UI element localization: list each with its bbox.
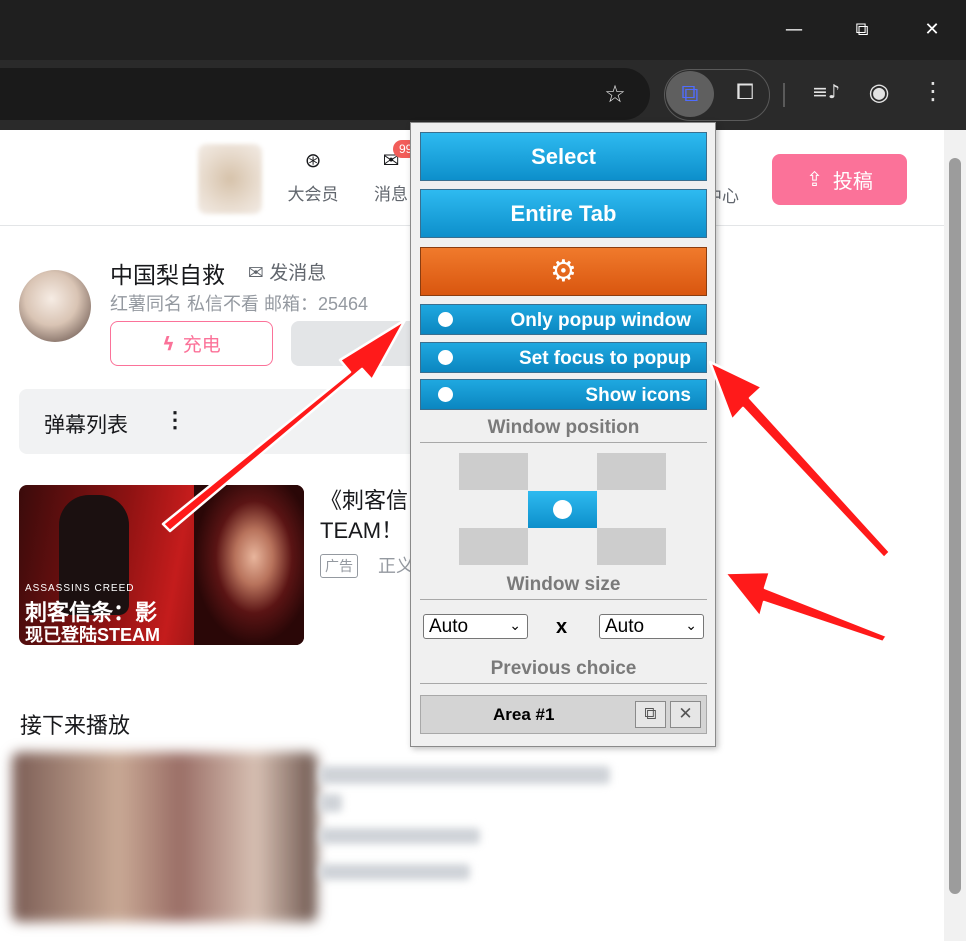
toggle-knob (438, 350, 453, 365)
uploader-name[interactable]: 中国梨自救 (110, 256, 225, 290)
more-options-icon[interactable]: ⋮ (164, 407, 186, 433)
scrollbar-thumb[interactable] (949, 158, 961, 894)
only-popup-window-toggle[interactable]: Only popup window (420, 304, 707, 335)
page-scrollbar[interactable] (944, 130, 966, 941)
upload-label: 投稿 (832, 171, 873, 193)
next-video-title[interactable] (320, 766, 610, 784)
toggle-knob (438, 312, 453, 327)
follow-button[interactable] (291, 321, 421, 366)
close-button[interactable]: ✕ (914, 14, 950, 46)
ad-thumb-brand: ASSASSINS CREED (25, 583, 135, 594)
ad-title[interactable]: 《刺客信 TEAM！ (320, 486, 415, 546)
set-focus-to-popup-label: Set focus to popup (518, 348, 691, 369)
copy-icon[interactable]: ⧉ (635, 701, 666, 728)
window-size-heading: Window size (420, 574, 707, 600)
profile-icon[interactable]: ◉ (864, 78, 894, 106)
height-value: Auto (605, 616, 645, 637)
nav-messages-label: 消息 (374, 185, 408, 204)
title-bar: — ⧉ ✕ (0, 0, 966, 60)
width-value: Auto (429, 616, 469, 637)
toggle-knob (438, 387, 453, 402)
position-top-right[interactable] (597, 453, 666, 490)
chevron-down-icon: ⌄ (685, 618, 697, 634)
height-select[interactable]: Auto ⌄ (599, 614, 704, 639)
browser-toolbar: ☆ ⧠ ≡♪ ◉ ⋮ (0, 60, 966, 130)
previous-area-row[interactable]: Area #1 ⧉ ✕ (420, 695, 707, 734)
ad-thumb-tagline: 现已登陆STEAM (25, 625, 160, 645)
select-button[interactable]: Select (420, 132, 707, 181)
bookmark-star-icon[interactable]: ☆ (600, 80, 630, 108)
position-selected-indicator (553, 500, 572, 519)
toolbar-divider (783, 83, 785, 107)
window-position-heading: Window position (420, 417, 707, 443)
minimize-button[interactable]: — (776, 14, 812, 46)
vip-icon: ⊛ (304, 148, 322, 172)
width-select[interactable]: Auto ⌄ (423, 614, 528, 639)
next-video-author[interactable] (320, 828, 480, 844)
set-focus-to-popup-toggle[interactable]: Set focus to popup (420, 342, 707, 373)
restore-button[interactable]: ⧉ (844, 14, 880, 46)
gear-icon: ⚙ (550, 254, 577, 289)
show-icons-toggle[interactable]: Show icons (420, 379, 707, 410)
upload-icon: ⇪ (806, 169, 823, 191)
next-video-stats (320, 864, 470, 880)
nav-vip[interactable]: ⊛ 大会员 (278, 148, 348, 205)
show-icons-label: Show icons (585, 385, 691, 406)
puzzle-extensions-icon[interactable]: ⧠ (730, 80, 760, 105)
next-up-heading: 接下来播放 (20, 713, 131, 738)
next-video-title-line2 (320, 794, 342, 812)
next-video-thumbnail[interactable] (12, 752, 317, 922)
extension-popup: Select Entire Tab ⚙ Only popup window Se… (410, 122, 716, 747)
chevron-down-icon: ⌄ (509, 618, 521, 634)
previous-choice-heading: Previous choice (420, 658, 707, 684)
position-bottom-left[interactable] (459, 528, 528, 565)
only-popup-window-label: Only popup window (510, 310, 691, 331)
size-separator: x (556, 616, 568, 638)
position-center[interactable] (528, 491, 597, 528)
area-label: Area #1 (493, 705, 555, 724)
settings-button[interactable]: ⚙ (420, 247, 707, 296)
send-message-link[interactable]: ✉ 发消息 (248, 258, 326, 285)
nav-vip-label: 大会员 (287, 185, 339, 204)
envelope-icon: ✉ (248, 262, 264, 284)
ad-meta: 正义 (378, 556, 414, 576)
screenshot-extension-icon: ⧉ (681, 79, 699, 107)
delete-icon[interactable]: ✕ (670, 701, 701, 728)
address-bar[interactable]: ☆ (0, 68, 650, 120)
charge-button[interactable]: ϟ 充电 (110, 321, 273, 366)
position-top-left[interactable] (459, 453, 528, 490)
ad-badge: 广告 (320, 554, 358, 578)
send-message-label: 发消息 (269, 263, 327, 284)
screenshot-extension-button[interactable]: ⧉ (666, 71, 714, 117)
uploader-description: 红薯同名 私信不看 邮箱：25464 (110, 294, 369, 314)
upload-button[interactable]: ⇪ 投稿 (772, 154, 907, 205)
danmaku-list-panel[interactable]: 弹幕列表 ⋮ (19, 389, 419, 454)
playlist-icon[interactable]: ≡♪ (806, 81, 846, 103)
ad-thumbnail[interactable]: ASSASSINS CREED 刺客信条：影 现已登陆STEAM (19, 485, 304, 645)
position-bottom-right[interactable] (597, 528, 666, 565)
menu-icon[interactable]: ⋮ (920, 77, 946, 105)
user-avatar[interactable] (198, 144, 262, 214)
lightning-icon: ϟ (162, 332, 175, 355)
uploader-avatar[interactable] (19, 270, 91, 342)
danmaku-list-label: 弹幕列表 (44, 414, 128, 437)
charge-label: 充电 (182, 335, 221, 356)
hooded-character-image (194, 485, 304, 645)
entire-tab-button[interactable]: Entire Tab (420, 189, 707, 238)
